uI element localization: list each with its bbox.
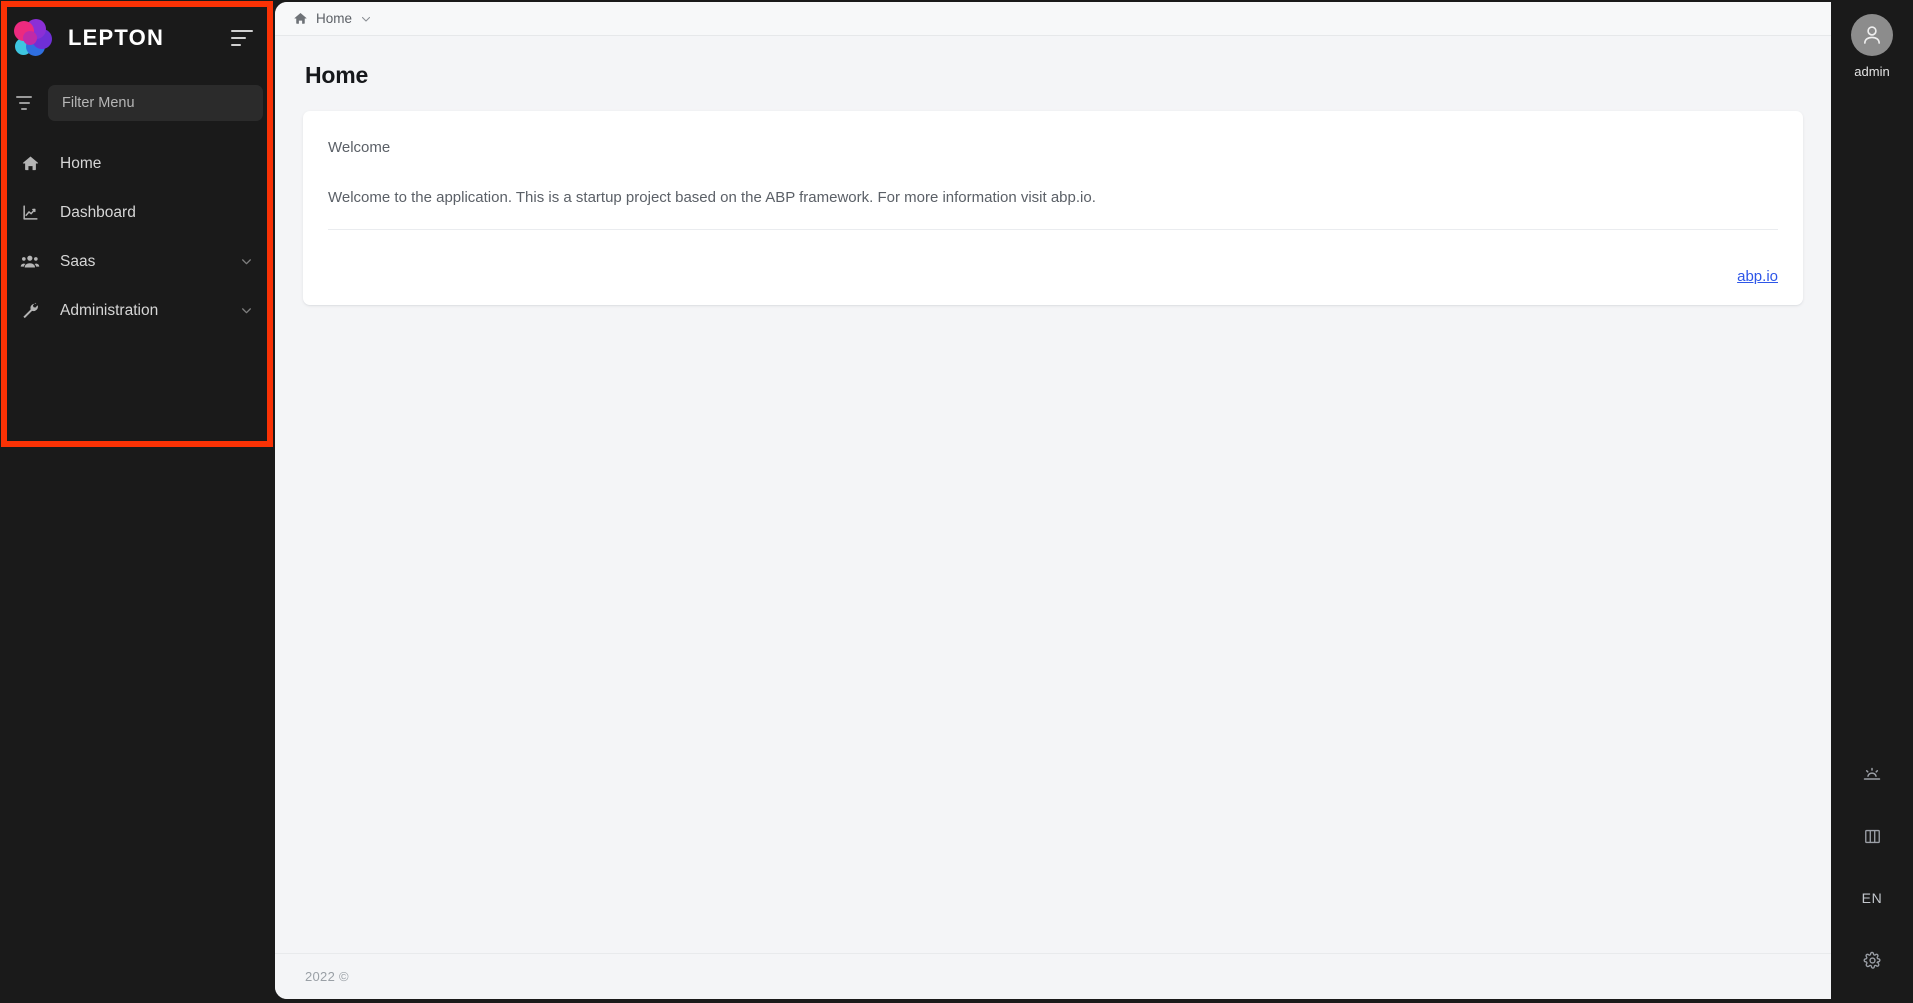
- welcome-card-footer: abp.io: [303, 252, 1803, 305]
- welcome-card-subtitle: Welcome: [328, 139, 391, 156]
- home-icon: [293, 11, 308, 26]
- wrench-icon: [18, 300, 42, 322]
- chevron-down-icon[interactable]: [360, 13, 372, 25]
- left-sidebar: LEPTON Home: [0, 0, 275, 1003]
- sidebar-nav: Home Dashboard Saas Administration: [0, 131, 275, 335]
- sidebar-item-label: Administration: [60, 301, 159, 319]
- sidebar-item-label: Home: [60, 154, 102, 172]
- sidebar-item-dashboard[interactable]: Dashboard: [0, 188, 275, 237]
- rail-actions: EN: [1849, 751, 1895, 985]
- menu-collapse-toggle-icon[interactable]: [231, 29, 253, 46]
- right-rail: admin EN: [1831, 0, 1913, 1003]
- user-avatar-icon: [1851, 14, 1893, 56]
- content-scroll: Home Welcome Welcome to the application.…: [275, 36, 1831, 953]
- filter-icon[interactable]: [14, 96, 34, 110]
- user-menu[interactable]: admin: [1851, 14, 1893, 79]
- chevron-down-icon: [239, 255, 253, 269]
- breadcrumb[interactable]: Home: [293, 11, 372, 26]
- welcome-card-body: Welcome Welcome to the application. This…: [303, 111, 1803, 252]
- page-title: Home: [305, 62, 369, 88]
- card-divider: [328, 229, 1778, 231]
- lepton-logo-icon: [14, 18, 52, 57]
- users-icon: [18, 251, 42, 273]
- home-icon: [18, 153, 42, 175]
- top-bar: Home: [275, 2, 1831, 36]
- breadcrumb-label: Home: [316, 11, 353, 26]
- sidebar-item-home[interactable]: Home: [0, 139, 275, 188]
- footer-bar: 2022 ©: [275, 953, 1831, 999]
- brand-title: LEPTON: [68, 24, 165, 50]
- sidebar-item-saas[interactable]: Saas: [0, 237, 275, 286]
- sidebar-header: LEPTON: [0, 0, 275, 75]
- content-panel: Home Home Welcome Welcome to the applica…: [275, 2, 1831, 999]
- app-root: LEPTON Home: [0, 0, 1913, 1003]
- footer-copyright: 2022 ©: [305, 969, 349, 984]
- chevron-down-icon: [239, 304, 253, 318]
- abp-io-link[interactable]: abp.io: [1737, 268, 1778, 285]
- filter-menu-row: [0, 75, 275, 131]
- sidebar-item-label: Dashboard: [60, 203, 136, 221]
- sidebar-item-administration[interactable]: Administration: [0, 286, 275, 335]
- user-name-label: admin: [1854, 64, 1890, 79]
- sidebar-item-label: Saas: [60, 252, 96, 270]
- layout-columns-icon[interactable]: [1849, 813, 1895, 859]
- gear-icon[interactable]: [1849, 937, 1895, 983]
- language-selector[interactable]: EN: [1849, 875, 1895, 921]
- chart-line-icon: [18, 202, 42, 224]
- brightness-icon[interactable]: [1849, 751, 1895, 797]
- welcome-card-text: Welcome to the application. This is a st…: [328, 189, 1096, 206]
- welcome-card: Welcome Welcome to the application. This…: [303, 111, 1803, 306]
- main-area: Home Home Welcome Welcome to the applica…: [275, 0, 1913, 1003]
- filter-menu-input[interactable]: [48, 85, 263, 121]
